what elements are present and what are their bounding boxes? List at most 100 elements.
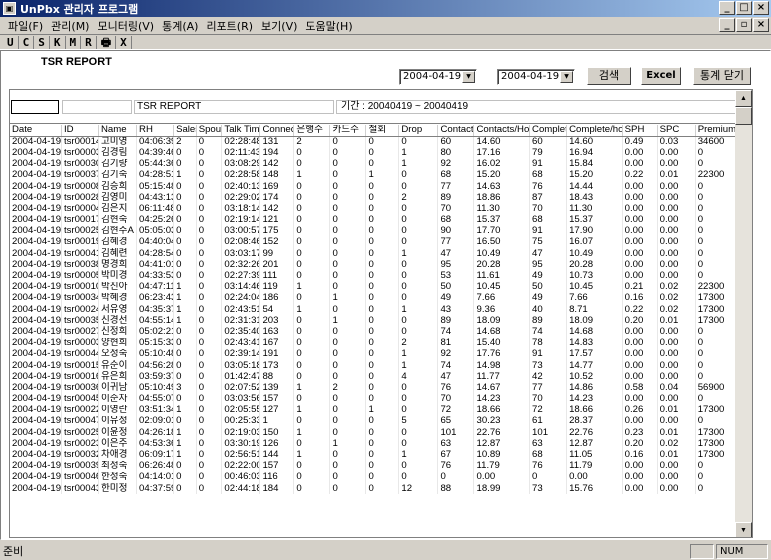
table-row[interactable]: 2004-04-19 tsr00027 신정희 05:02:21 0 0 02:35:40 1… — [10, 326, 738, 338]
table-row[interactable]: 2004-04-19 tsr00034 박혜경 06:23:43 1 0 02:24:04 1… — [10, 292, 738, 304]
table-row[interactable]: 2004-04-19 tsr00014 고미영 04:06:39 2 0 02:28:48 1… — [10, 136, 738, 148]
report-grid[interactable]: TSR REPORT 기간 : 20040419 ~ 20040419 Date… — [9, 89, 753, 538]
table-row[interactable]: 2004-04-19 tsr00025 이윤정 04:26:18 1 0 02:19:03 1… — [10, 427, 738, 439]
chevron-down-icon[interactable]: ▼ — [462, 71, 475, 83]
table-cell: 오정숙 — [98, 348, 138, 360]
menu-file[interactable]: 파일(F) — [4, 18, 47, 34]
toolbar-r-button[interactable]: R — [81, 35, 97, 49]
table-cell: 22.76 — [566, 427, 623, 439]
table-row[interactable]: 2004-04-19 tsr00022 이영란 03:51:34 1 0 02:05:55 1… — [10, 404, 738, 416]
search-button[interactable]: 검색 — [587, 67, 631, 85]
toolbar-s-button[interactable]: S — [34, 35, 50, 49]
table-row[interactable]: 2004-04-19 tsr00046 한정숙 04:14:01 0 0 00:46:03 1… — [10, 471, 738, 483]
menu-report[interactable]: 리포트(R) — [202, 18, 257, 34]
scroll-up-icon[interactable]: ▲ — [735, 90, 752, 107]
toolbar-k-button[interactable]: K — [50, 35, 66, 49]
toolbar-m-button[interactable]: M — [66, 35, 82, 49]
table-cell: 74 — [437, 326, 475, 338]
table-row[interactable]: 2004-04-19 tsr00017 김현숙 04:25:26 0 0 02:19:14 1… — [10, 214, 738, 226]
table-row[interactable]: 2004-04-19 tsr00044 오정숙 05:10:48 0 0 02:39:14 1… — [10, 348, 738, 360]
menu-view[interactable]: 보기(V) — [257, 18, 301, 34]
toolbar-x-button[interactable]: X — [116, 35, 132, 49]
column-header[interactable]: 은행수 — [293, 125, 331, 137]
table-cell: 0 — [365, 359, 400, 372]
column-header[interactable]: Complete — [529, 125, 568, 137]
column-header[interactable]: Premium — [695, 125, 738, 137]
toolbar-u-button[interactable]: U — [3, 35, 19, 49]
table-cell: 0.00 — [657, 460, 696, 472]
table-row[interactable]: 2004-04-19 tsr00003 김경림 04:39:46 0 0 02:11:43 1… — [10, 147, 738, 159]
column-header[interactable]: 철회 — [365, 125, 400, 137]
table-row[interactable]: 2004-04-19 tsr00004 김은지 06:11:48 0 0 03:18:14 1… — [10, 203, 738, 215]
table-cell: tsr00014 — [61, 136, 99, 148]
menu-manage[interactable]: 관리(M) — [47, 18, 93, 34]
column-header[interactable]: Name — [98, 125, 138, 137]
child-restore-button[interactable]: ▫ — [736, 18, 752, 32]
table-cell: 0 — [695, 259, 738, 271]
table-row[interactable]: 2004-04-19 tsr00038 명경희 04:41:01 0 0 02:32:26 2… — [10, 259, 738, 271]
child-minimize-button[interactable]: _ — [719, 18, 735, 32]
table-cell: 0 — [329, 371, 367, 383]
excel-button[interactable]: Excel — [641, 67, 681, 85]
column-header[interactable]: ID — [61, 125, 99, 137]
table-row[interactable]: 2004-04-19 tsr00036 이귀남 05:10:49 3 0 02:07:52 1… — [10, 382, 738, 394]
column-header[interactable]: SPH — [622, 125, 658, 137]
table-row[interactable]: 2004-04-19 tsr00035 신경선 04:55:14 1 0 02:31:31 2… — [10, 315, 738, 327]
table-row[interactable]: 2004-04-19 tsr00047 이유정 02:09:01 0 0 00:25:33 1… — [10, 415, 738, 428]
scroll-down-icon[interactable]: ▼ — [735, 522, 752, 537]
menu-statistics[interactable]: 통계(A) — [158, 18, 202, 34]
table-cell: 49 — [529, 270, 568, 282]
column-header[interactable]: Spous — [196, 125, 223, 137]
child-close-button[interactable]: × — [753, 18, 769, 32]
table-row[interactable]: 2004-04-19 tsr00005 박미경 04:33:53 0 0 02:27:39 1… — [10, 270, 738, 282]
table-cell: 34600 — [695, 136, 738, 148]
column-header[interactable]: Sales — [173, 125, 197, 137]
table-row[interactable]: 2004-04-19 tsr00019 김혜경 04:40:04 0 0 02:08:46 1… — [10, 236, 738, 249]
table-row[interactable]: 2004-04-19 tsr00008 김승희 05:15:48 0 0 02:40:13 1… — [10, 180, 738, 193]
close-button[interactable]: × — [753, 1, 769, 15]
table-cell: 2004-04-19 — [10, 136, 62, 148]
column-header[interactable]: 카드수 — [329, 125, 367, 137]
table-cell: 11.61 — [473, 270, 531, 282]
vertical-scrollbar[interactable]: ▲ ▼ — [735, 90, 752, 537]
table-row[interactable]: 2004-04-19 tsr00015 유순이 04:56:28 0 0 03:05:18 1… — [10, 359, 738, 372]
toolbar-c-button[interactable]: C — [19, 35, 35, 49]
table-row[interactable]: 2004-04-19 tsr00030 김기량 05:44:36 0 0 03:08:29 1… — [10, 158, 738, 170]
chevron-down-icon[interactable]: ▼ — [560, 71, 573, 83]
table-row[interactable]: 2004-04-19 tsr00023 이은주 04:53:36 1 0 03:30:19 1… — [10, 438, 738, 450]
scroll-thumb[interactable] — [735, 107, 752, 125]
table-row[interactable]: 2004-04-19 tsr00043 한미정 04:37:59 0 0 02:44:18 1… — [10, 483, 738, 495]
column-header[interactable]: SPC — [657, 125, 696, 137]
column-header[interactable]: Contacts/Hour — [473, 125, 531, 137]
print-icon[interactable]: 🖶 — [97, 35, 117, 49]
table-row[interactable]: 2004-04-19 tsr00016 유은희 03:59:37 0 0 01:42:47 8… — [10, 371, 738, 383]
table-row[interactable]: 2004-04-19 tsr00028 김영미 04:43:13 0 0 02:29:02 1… — [10, 192, 738, 204]
column-header[interactable]: Complete/hour — [566, 125, 623, 137]
table-row[interactable]: 2004-04-19 tsr00024 서유영 04:35:37 1 0 02:43:51 5… — [10, 304, 738, 316]
minimize-button[interactable]: _ — [719, 1, 735, 15]
column-header[interactable]: Drop — [398, 125, 439, 137]
table-cell: 1 — [293, 281, 331, 293]
table-cell: 119 — [259, 281, 295, 293]
column-header[interactable]: Contacts — [437, 125, 475, 137]
menu-help[interactable]: 도움말(H) — [301, 18, 356, 34]
date-from-combo[interactable]: 2004-04-19 ▼ — [399, 69, 477, 85]
table-cell: 0 — [695, 415, 738, 428]
menu-monitoring[interactable]: 모니터링(V) — [93, 18, 158, 34]
table-row[interactable]: 2004-04-19 tsr00025 김현주A 05:05:03 0 0 03:00:57… — [10, 225, 738, 237]
column-header[interactable]: Connect — [259, 125, 295, 137]
column-header[interactable]: Talk Time — [221, 125, 261, 137]
column-header[interactable]: Date — [10, 125, 62, 137]
table-row[interactable]: 2004-04-19 tsr00041 김혜련 04:28:54 0 0 03:03:17 9… — [10, 248, 738, 260]
table-row[interactable]: 2004-04-19 tsr00039 최정숙 06:26:48 0 0 02:22:00 1… — [10, 460, 738, 472]
table-cell: 03:59:37 — [136, 371, 175, 383]
column-header[interactable]: RH — [136, 125, 175, 137]
date-to-combo[interactable]: 2004-04-19 ▼ — [497, 69, 575, 85]
table-row[interactable]: 2004-04-19 tsr00032 차애경 06:09:17 1 0 02:56:51 1… — [10, 449, 738, 461]
table-row[interactable]: 2004-04-19 tsr00010 박진아 04:47:11 1 0 03:14:46 1… — [10, 281, 738, 293]
close-stats-button[interactable]: 통계 닫기 — [693, 67, 751, 85]
maximize-button[interactable]: □ — [736, 1, 752, 15]
table-row[interactable]: 2004-04-19 tsr00045 이순자 04:55:07 0 0 03:03:56 1… — [10, 393, 738, 405]
table-row[interactable]: 2004-04-19 tsr00037 김기숙 04:28:51 1 0 02:28:58 1… — [10, 169, 738, 181]
table-row[interactable]: 2004-04-19 tsr00003 양현희 05:15:33 0 0 02:43:41 1… — [10, 337, 738, 349]
